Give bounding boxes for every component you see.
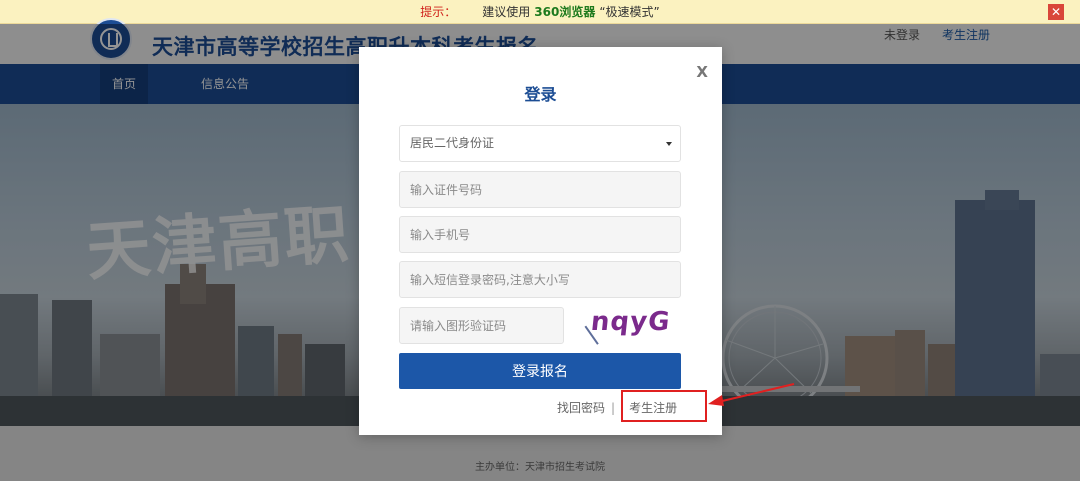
link-separator: | [611,401,616,415]
annotation-arrow-icon [708,383,795,406]
tip-label: 提示： [420,5,457,19]
modal-title: 登录 [524,85,557,104]
close-icon: ✕ [1050,5,1062,19]
browser-tip-bar: 提示： 建议使用 360浏览器 “极速模式” ✕ [0,0,1080,24]
sms-password-field [399,261,681,298]
annotation-highlight-box [621,390,707,422]
tip-text-after: “极速模式” [599,5,660,19]
modal-close-button[interactable]: X [696,63,708,81]
chevron-down-icon [666,142,672,146]
captcha-input[interactable] [410,308,553,343]
tip-text-before: 建议使用 [482,5,531,19]
tip-close-button[interactable]: ✕ [1048,4,1064,20]
id-type-select[interactable]: 居民二代身份证 [399,125,681,162]
id-number-field [399,171,681,208]
phone-input[interactable] [410,217,670,252]
sms-password-input[interactable] [410,262,670,297]
tip-browser-name: 360浏览器 [534,5,596,19]
id-number-input[interactable] [410,172,670,207]
id-type-selected: 居民二代身份证 [410,136,495,150]
captcha-image[interactable]: nqyG [584,307,672,347]
login-modal: X 登录 居民二代身份证 nqyG 登录报名 找回密码|考生注册 [359,47,722,435]
login-submit-button[interactable]: 登录报名 [399,353,681,389]
forgot-password-link[interactable]: 找回密码 [557,401,605,415]
phone-field [399,216,681,253]
captcha-field [399,307,564,344]
